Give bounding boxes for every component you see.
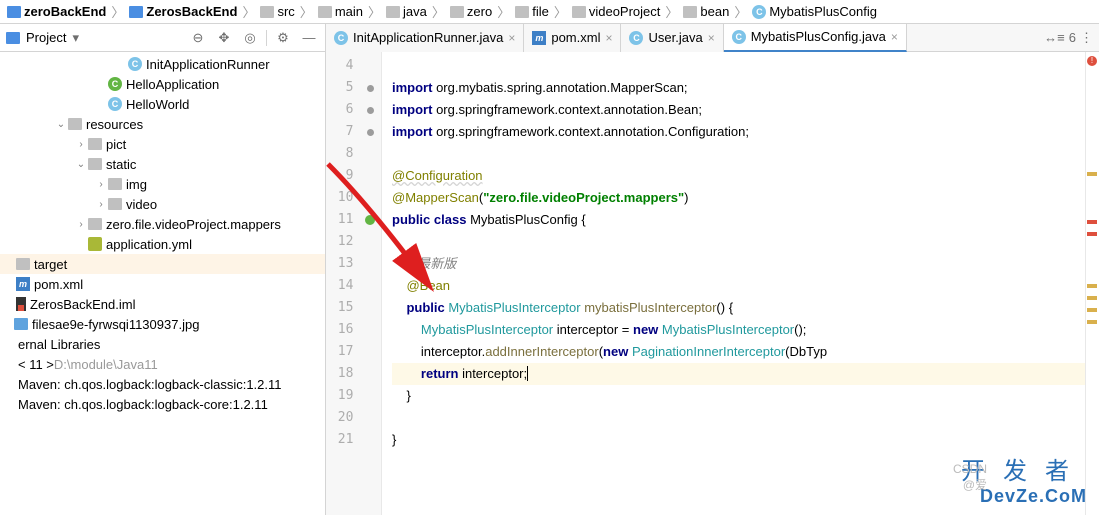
tree-item[interactable]: CHelloApplication <box>0 74 325 94</box>
breadcrumb-item[interactable]: zeroBackEnd <box>4 4 109 19</box>
tree-item[interactable]: target <box>0 254 325 274</box>
breadcrumb-item[interactable]: ZerosBackEnd <box>126 4 240 19</box>
gutter: 456789101112131415161718192021 <box>326 52 382 515</box>
chevron-right-icon: 〉 <box>732 2 749 21</box>
code-editor[interactable]: 456789101112131415161718192021 import or… <box>326 52 1099 515</box>
gear-icon[interactable]: ⚙ <box>273 28 293 48</box>
chevron-right-icon: 〉 <box>495 2 512 21</box>
error-mark[interactable] <box>1087 172 1097 176</box>
chevron-right-icon: 〉 <box>298 2 315 21</box>
divider <box>266 30 267 46</box>
chevron-right-icon: 〉 <box>366 2 383 21</box>
breadcrumb-item[interactable]: videoProject <box>569 4 664 19</box>
breadcrumb-item[interactable]: src <box>257 4 297 19</box>
tree-item[interactable]: ›pict <box>0 134 325 154</box>
tree-item[interactable]: mpom.xml <box>0 274 325 294</box>
chevron-right-icon: 〉 <box>663 2 680 21</box>
gutter-icons <box>359 52 381 515</box>
tree-item[interactable]: ›img <box>0 174 325 194</box>
collapse-icon[interactable]: ⊖ <box>188 28 208 48</box>
close-icon[interactable]: × <box>708 31 715 45</box>
chevron-right-icon: 〉 <box>430 2 447 21</box>
tab-counter: 6 <box>1069 30 1076 45</box>
project-tree[interactable]: CInitApplicationRunnerCHelloApplicationC… <box>0 52 325 515</box>
editor-tab[interactable]: mpom.xml× <box>524 24 621 52</box>
editor-tabs: CInitApplicationRunner.java×mpom.xml×CUs… <box>326 24 1099 52</box>
error-mark[interactable] <box>1087 308 1097 312</box>
expand-icon[interactable]: ✥ <box>214 28 234 48</box>
tree-item[interactable]: ⌄resources <box>0 114 325 134</box>
project-sidebar: Project ▾ ⊖ ✥ ◎ ⚙ — CInitApplicationRunn… <box>0 24 326 515</box>
tab-overflow[interactable]: ↔≡ 6 ⋮ <box>1038 30 1099 46</box>
breadcrumb-item[interactable]: file <box>512 4 552 19</box>
tree-item[interactable]: Maven: ch.qos.logback:logback-classic:1.… <box>0 374 325 394</box>
dropdown-icon[interactable]: ▾ <box>72 30 79 46</box>
breadcrumb-item[interactable]: CMybatisPlusConfig <box>749 4 880 19</box>
error-mark[interactable] <box>1087 220 1097 224</box>
tree-item[interactable]: ›video <box>0 194 325 214</box>
close-icon[interactable]: × <box>508 31 515 45</box>
line-numbers: 456789101112131415161718192021 <box>326 52 359 515</box>
tree-item[interactable]: filesae9e-fyrwsqi1130937.jpg <box>0 314 325 334</box>
error-mark[interactable] <box>1087 284 1097 288</box>
tree-item[interactable]: ernal Libraries <box>0 334 325 354</box>
editor-zone: CInitApplicationRunner.java×mpom.xml×CUs… <box>326 24 1099 515</box>
breadcrumb-item[interactable]: java <box>383 4 430 19</box>
sidebar-toolbar: Project ▾ ⊖ ✥ ◎ ⚙ — <box>0 24 325 52</box>
tree-item[interactable]: application.yml <box>0 234 325 254</box>
sidebar-title: Project <box>26 30 66 45</box>
error-indicator-icon[interactable]: ! <box>1087 56 1097 66</box>
editor-tab[interactable]: CUser.java× <box>621 24 723 52</box>
target-icon[interactable]: ◎ <box>240 28 260 48</box>
tree-item[interactable]: CInitApplicationRunner <box>0 54 325 74</box>
chevron-right-icon: 〉 <box>240 2 257 21</box>
error-mark[interactable] <box>1087 320 1097 324</box>
minimize-icon[interactable]: — <box>299 28 319 48</box>
error-mark[interactable] <box>1087 296 1097 300</box>
editor-tab[interactable]: CInitApplicationRunner.java× <box>326 24 524 52</box>
project-icon <box>6 32 20 44</box>
error-stripe[interactable]: ! <box>1085 52 1099 515</box>
breadcrumb-bar: zeroBackEnd〉ZerosBackEnd〉src〉main〉java〉z… <box>0 0 1099 24</box>
chevron-right-icon: 〉 <box>109 2 126 21</box>
tree-item[interactable]: ZerosBackEnd.iml <box>0 294 325 314</box>
error-mark[interactable] <box>1087 232 1097 236</box>
main-area: Project ▾ ⊖ ✥ ◎ ⚙ — CInitApplicationRunn… <box>0 24 1099 515</box>
tree-item[interactable]: Maven: ch.qos.logback:logback-core:1.2.1… <box>0 394 325 414</box>
editor-tab[interactable]: CMybatisPlusConfig.java× <box>724 24 907 52</box>
tree-item[interactable]: ›zero.file.videoProject.mappers <box>0 214 325 234</box>
tree-item[interactable]: CHelloWorld <box>0 94 325 114</box>
tab-list-icon[interactable]: ↔≡ <box>1044 30 1065 45</box>
tab-menu-icon[interactable]: ⋮ <box>1080 30 1093 46</box>
code-area[interactable]: import org.mybatis.spring.annotation.Map… <box>382 52 1085 515</box>
tree-item[interactable]: ⌄static <box>0 154 325 174</box>
breadcrumb-item[interactable]: main <box>315 4 366 19</box>
breadcrumb-item[interactable]: zero <box>447 4 495 19</box>
breadcrumb-item[interactable]: bean <box>680 4 732 19</box>
close-icon[interactable]: × <box>891 30 898 44</box>
tree-item[interactable]: < 11 > D:\module\Java11 <box>0 354 325 374</box>
close-icon[interactable]: × <box>605 31 612 45</box>
chevron-right-icon: 〉 <box>552 2 569 21</box>
